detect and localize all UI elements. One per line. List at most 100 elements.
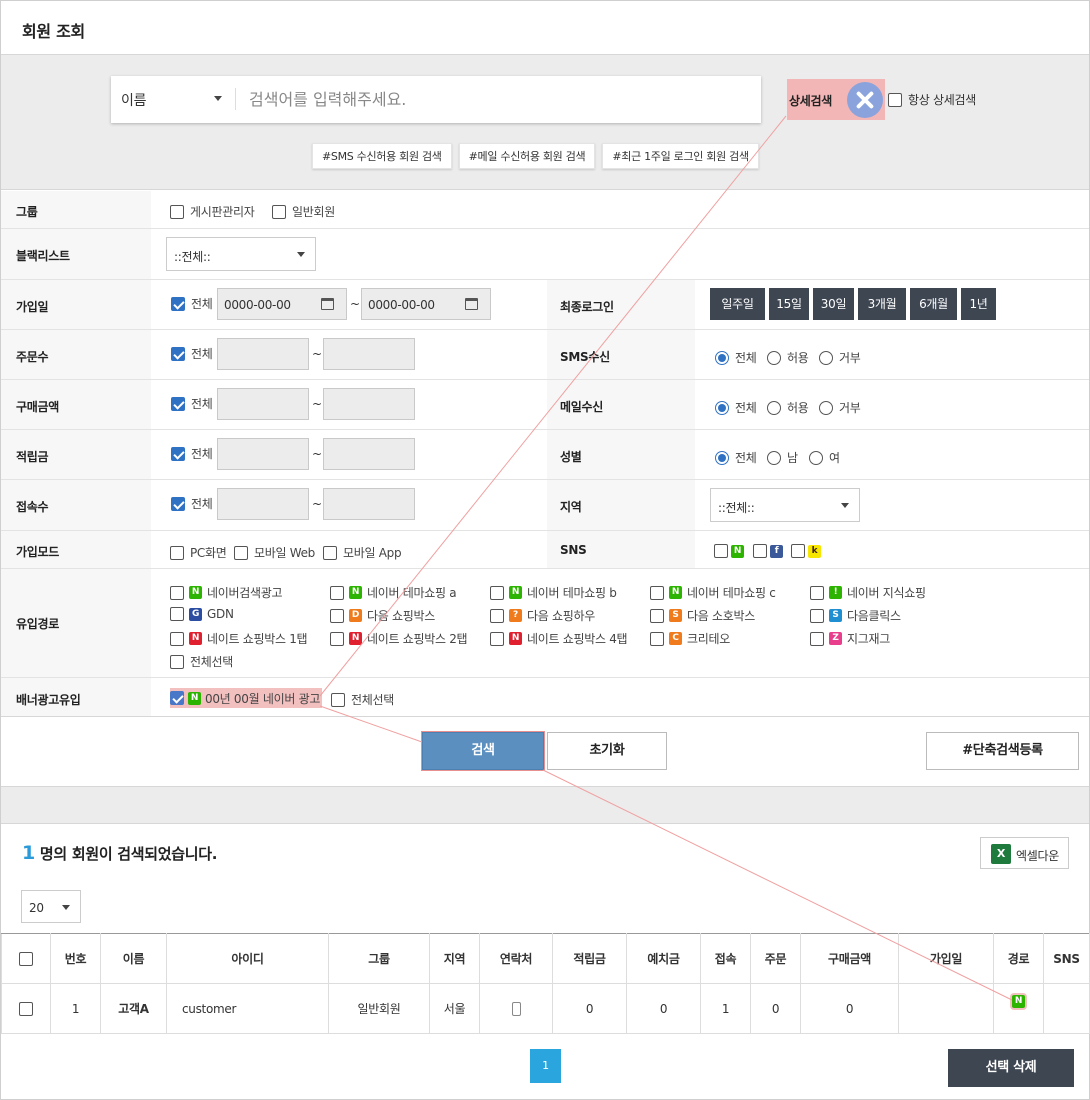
checkbox[interactable] bbox=[170, 631, 184, 646]
banner-item-naver[interactable]: N 00년 00월 네이버 광고 bbox=[170, 688, 323, 708]
checkbox[interactable] bbox=[753, 544, 767, 558]
period-week-button[interactable]: 일주일 bbox=[710, 288, 765, 320]
radio[interactable] bbox=[715, 450, 729, 465]
join-date-from[interactable]: 0000-00-00 bbox=[217, 288, 347, 320]
radio[interactable] bbox=[715, 400, 729, 415]
inflow-option[interactable]: S 다음 소호박스 bbox=[650, 607, 755, 624]
mobile-phone-icon[interactable] bbox=[511, 1001, 521, 1016]
pagination-page-1[interactable]: 1 bbox=[530, 1049, 561, 1083]
checkbox[interactable] bbox=[331, 692, 345, 707]
gender-female-radio[interactable]: 여 bbox=[809, 449, 840, 466]
mail-allow-radio[interactable]: 허용 bbox=[767, 399, 809, 416]
checkbox[interactable] bbox=[234, 545, 248, 560]
checkbox[interactable] bbox=[650, 608, 664, 623]
inflow-option[interactable]: S 다음클릭스 bbox=[810, 607, 901, 624]
checkbox[interactable] bbox=[490, 608, 504, 623]
radio[interactable] bbox=[809, 450, 823, 465]
inflow-option[interactable]: N 네이트 쇼핑박스 4탭 bbox=[490, 630, 628, 647]
checkbox[interactable] bbox=[171, 296, 185, 311]
checkbox[interactable] bbox=[330, 631, 344, 646]
checkbox[interactable] bbox=[170, 545, 184, 560]
blacklist-select[interactable]: ::전체:: bbox=[166, 237, 316, 271]
checkbox[interactable] bbox=[810, 631, 824, 646]
close-icon[interactable] bbox=[847, 82, 883, 118]
checkbox[interactable] bbox=[170, 607, 184, 621]
banner-select-all[interactable]: 전체선택 bbox=[331, 691, 394, 708]
inflow-option[interactable]: N 네이트 쇼핑박스 2탭 bbox=[330, 630, 468, 647]
cell-id[interactable]: customer bbox=[166, 983, 329, 1034]
radio[interactable] bbox=[819, 350, 833, 365]
mail-all-radio[interactable]: 전체 bbox=[715, 399, 757, 416]
period-1y-button[interactable]: 1년 bbox=[961, 288, 996, 320]
checkbox[interactable] bbox=[810, 608, 824, 623]
inflow-option[interactable]: N 네이버 테마쇼핑 b bbox=[490, 584, 617, 601]
period-15d-button[interactable]: 15일 bbox=[769, 288, 809, 320]
join-date-to[interactable]: 0000-00-00 bbox=[361, 288, 491, 320]
checkbox[interactable] bbox=[170, 204, 184, 219]
inflow-option[interactable]: ? 다음 쇼핑하우 bbox=[490, 607, 595, 624]
radio[interactable] bbox=[819, 400, 833, 415]
checkbox[interactable] bbox=[650, 585, 664, 600]
join-mode-mobile-web[interactable]: 모바일 Web bbox=[234, 544, 315, 561]
period-6m-button[interactable]: 6개월 bbox=[910, 288, 957, 320]
sms-all-radio[interactable]: 전체 bbox=[715, 349, 757, 366]
quick-tag-sms[interactable]: #SMS 수신허용 회원 검색 bbox=[312, 143, 452, 169]
inflow-option[interactable]: ! 네이버 지식쇼핑 bbox=[810, 584, 926, 601]
shortcut-register-button[interactable]: #단축검색등록 bbox=[926, 732, 1079, 770]
radio[interactable] bbox=[767, 400, 781, 415]
checkbox[interactable] bbox=[791, 544, 805, 558]
checkbox[interactable] bbox=[171, 496, 185, 511]
checkbox[interactable] bbox=[272, 204, 286, 219]
inflow-option[interactable]: N 네이트 쇼핑박스 1탭 bbox=[170, 630, 308, 647]
checkbox[interactable] bbox=[490, 585, 504, 600]
radio[interactable] bbox=[715, 350, 729, 365]
points-max[interactable] bbox=[323, 438, 415, 470]
calendar-icon[interactable] bbox=[465, 298, 478, 310]
checkbox[interactable] bbox=[330, 585, 344, 600]
inflow-option[interactable]: G GDN bbox=[170, 607, 234, 621]
purchase-max[interactable] bbox=[323, 388, 415, 420]
mail-deny-radio[interactable]: 거부 bbox=[819, 399, 861, 416]
checkbox[interactable] bbox=[490, 631, 504, 646]
points-all[interactable]: 전체 bbox=[171, 445, 213, 462]
order-count-max[interactable] bbox=[323, 338, 415, 370]
checkbox[interactable] bbox=[170, 691, 184, 705]
period-30d-button[interactable]: 30일 bbox=[813, 288, 854, 320]
checkbox[interactable] bbox=[323, 545, 337, 560]
row-checkbox[interactable] bbox=[19, 1001, 33, 1016]
sms-deny-radio[interactable]: 거부 bbox=[819, 349, 861, 366]
checkbox[interactable] bbox=[170, 585, 184, 600]
checkbox[interactable] bbox=[170, 654, 184, 669]
header-select-all[interactable] bbox=[1, 933, 51, 984]
visits-max[interactable] bbox=[323, 488, 415, 520]
sms-allow-radio[interactable]: 허용 bbox=[767, 349, 809, 366]
cell-name[interactable]: 고객A bbox=[100, 983, 167, 1034]
checkbox[interactable] bbox=[650, 631, 664, 646]
checkbox[interactable] bbox=[171, 346, 185, 361]
quick-tag-recent-login[interactable]: #최근 1주일 로그인 회원 검색 bbox=[602, 143, 759, 169]
checkbox[interactable] bbox=[330, 608, 344, 623]
inflow-option[interactable]: N 네이버 테마쇼핑 c bbox=[650, 584, 776, 601]
gender-all-radio[interactable]: 전체 bbox=[715, 449, 757, 466]
delete-selected-button[interactable]: 선택 삭제 bbox=[948, 1049, 1074, 1087]
gender-male-radio[interactable]: 남 bbox=[767, 449, 798, 466]
group-option-member[interactable]: 일반회원 bbox=[272, 203, 335, 220]
inflow-option[interactable]: C 크리테오 bbox=[650, 630, 730, 647]
always-detail-checkbox[interactable] bbox=[888, 92, 902, 107]
always-detail-option[interactable]: 항상 상세검색 bbox=[888, 91, 976, 108]
detail-search-toggle[interactable]: 상세검색 bbox=[787, 79, 885, 120]
excel-download-button[interactable]: X 엑셀다운 bbox=[980, 837, 1069, 869]
sns-facebook[interactable]: f bbox=[753, 544, 783, 558]
search-button[interactable]: 검색 bbox=[422, 732, 544, 770]
checkbox[interactable] bbox=[171, 446, 185, 461]
reset-button[interactable]: 초기화 bbox=[547, 732, 667, 770]
order-count-min[interactable] bbox=[217, 338, 309, 370]
table-row[interactable]: 1 고객A customer 일반회원 서울 0 0 1 0 0 N bbox=[1, 983, 1090, 1034]
visits-all[interactable]: 전체 bbox=[171, 495, 213, 512]
join-date-all[interactable]: 전체 bbox=[171, 295, 213, 312]
row-select[interactable] bbox=[1, 983, 51, 1034]
radio[interactable] bbox=[767, 350, 781, 365]
checkbox[interactable] bbox=[171, 396, 185, 411]
radio[interactable] bbox=[767, 450, 781, 465]
search-type-select[interactable]: 이름 bbox=[121, 90, 146, 110]
